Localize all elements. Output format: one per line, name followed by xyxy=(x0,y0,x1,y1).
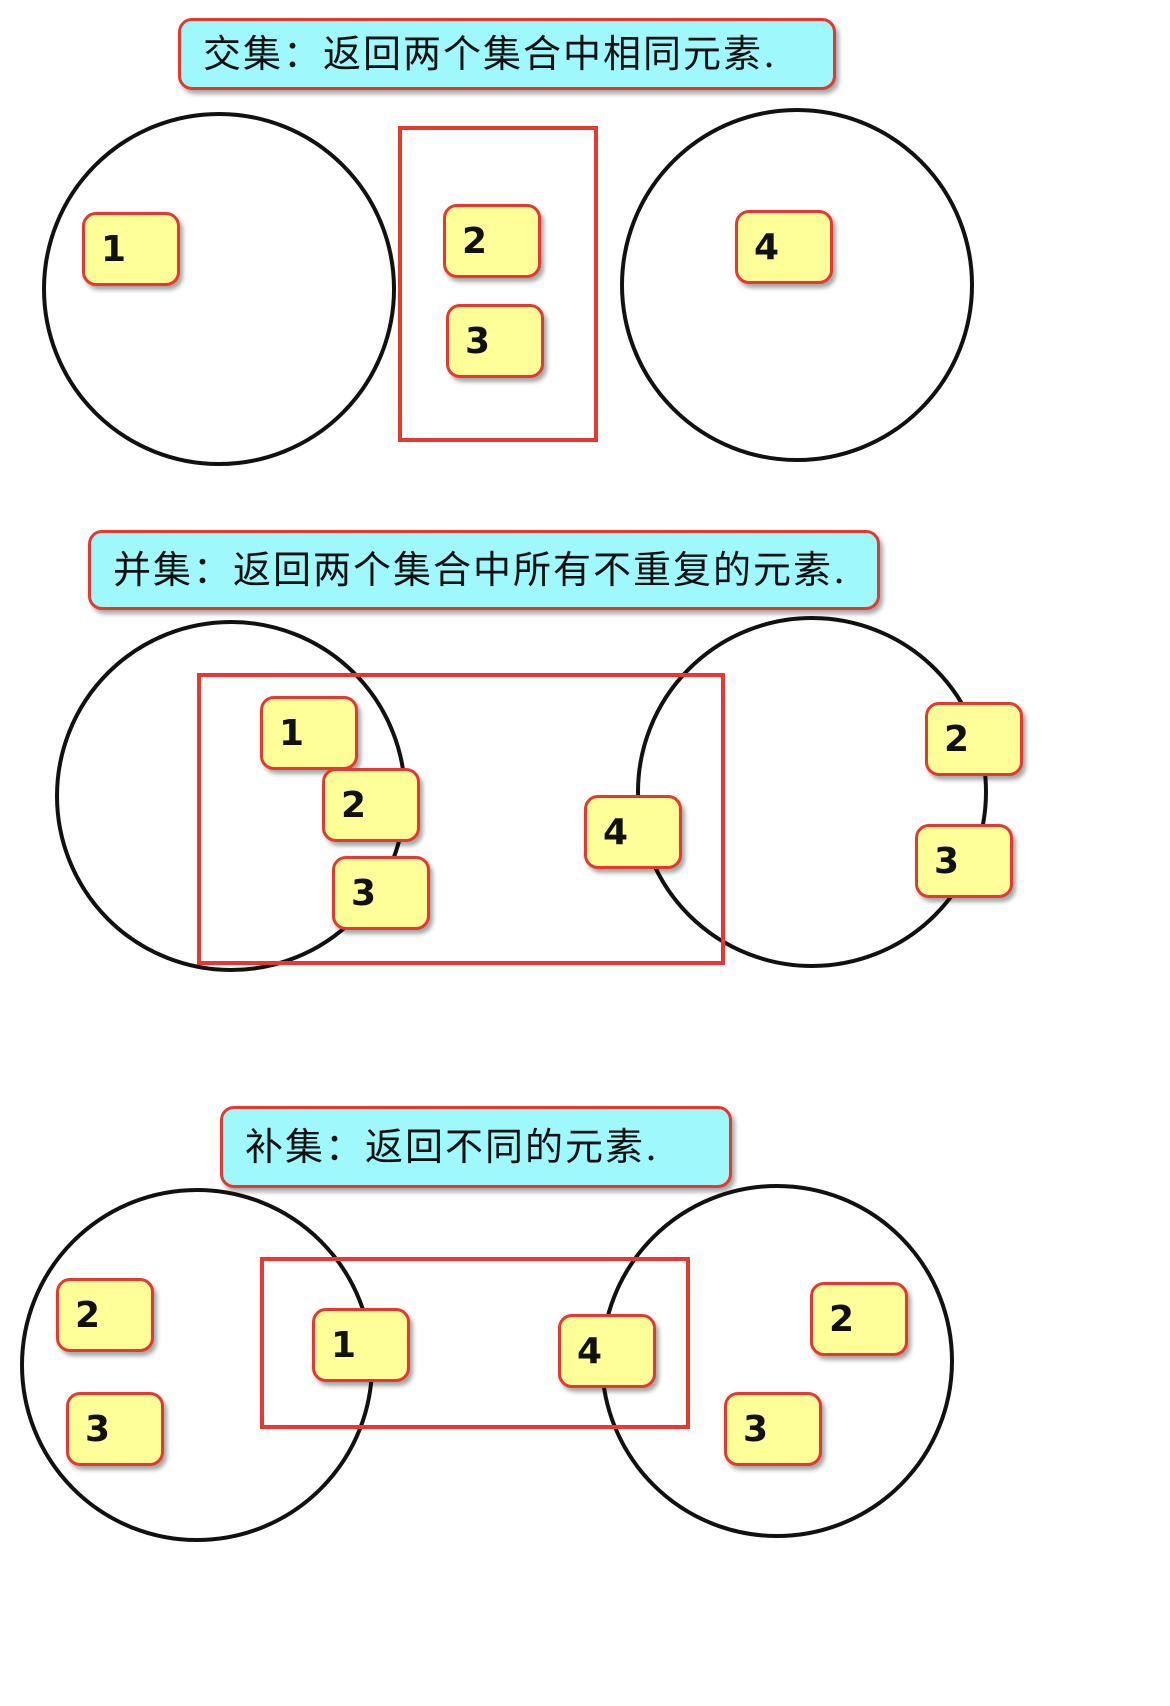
intersection-title: 交集：返回两个集合中相同元素. xyxy=(178,18,836,90)
complement-panel: 补集：返回不同的元素. 2 3 1 4 2 3 xyxy=(0,1106,1170,1706)
element-tile: 2 xyxy=(925,702,1023,776)
element-tile: 4 xyxy=(558,1314,656,1388)
element-tile: 3 xyxy=(446,304,544,378)
union-title: 并集：返回两个集合中所有不重复的元素. xyxy=(88,530,880,610)
right-set-circle xyxy=(620,108,974,462)
element-tile: 2 xyxy=(322,768,420,842)
intersection-panel: 交集：返回两个集合中相同元素. 1 2 3 4 xyxy=(0,0,1170,520)
element-tile: 3 xyxy=(332,856,430,930)
element-tile: 3 xyxy=(915,824,1013,898)
element-tile: 2 xyxy=(443,204,541,278)
intersection-highlight-box xyxy=(398,126,598,442)
element-tile: 4 xyxy=(584,795,682,869)
element-tile: 1 xyxy=(260,696,358,770)
element-tile: 4 xyxy=(735,210,833,284)
element-tile: 1 xyxy=(82,212,180,286)
element-tile: 1 xyxy=(312,1308,410,1382)
element-tile: 3 xyxy=(66,1392,164,1466)
element-tile: 2 xyxy=(56,1278,154,1352)
left-set-circle xyxy=(42,112,396,466)
element-tile: 2 xyxy=(810,1282,908,1356)
complement-title: 补集：返回不同的元素. xyxy=(220,1106,732,1188)
union-panel: 并集：返回两个集合中所有不重复的元素. 1 2 3 4 2 3 xyxy=(0,520,1170,1120)
element-tile: 3 xyxy=(724,1392,822,1466)
